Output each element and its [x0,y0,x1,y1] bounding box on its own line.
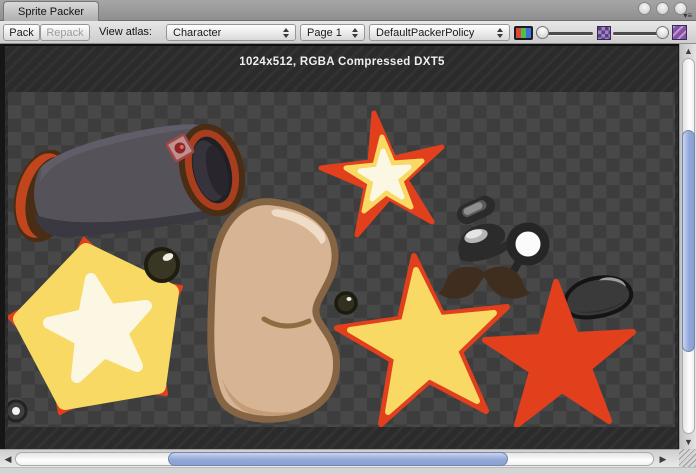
scroll-up-icon[interactable]: ▲ [680,45,696,57]
pane-menu-icon[interactable]: ▾≡ [683,11,692,20]
sprite-black-bean [561,271,635,322]
atlas-select[interactable]: Character [166,24,296,41]
window-bottom-edge [0,467,696,474]
horizontal-scrollbar[interactable]: ◀ ▶ [0,449,679,467]
page-select[interactable]: Page 1 [300,24,365,41]
policy-select-value: DefaultPackerPolicy [376,27,474,39]
tab-title: Sprite Packer [18,6,84,18]
atlas-info-text: 1024x512, RGBA Compressed DXT5 [5,56,679,68]
sprite-packer-window: Sprite Packer ▾≡ Pack Repack View atlas:… [0,0,696,474]
tab-bar: Sprite Packer ▾≡ [0,0,696,21]
sprite-bean-character [211,202,337,420]
sprite-button-bead [8,401,26,421]
policy-select[interactable]: DefaultPackerPolicy [369,24,510,41]
horizontal-scroll-thumb[interactable] [168,452,508,466]
pack-button[interactable]: Pack [3,24,40,41]
window-button-icon[interactable] [656,2,669,15]
sprite-star-burst [321,113,442,235]
window-button-icon[interactable] [638,2,651,15]
sprite-hat-eye [459,224,515,262]
atlas-texture [8,92,675,427]
sprite-olive [146,249,178,281]
scroll-left-icon[interactable]: ◀ [2,453,14,465]
scroll-down-icon[interactable]: ▼ [680,436,696,448]
mip-checker-icon [597,26,611,40]
sprite-eyebrow [454,192,499,227]
alpha-slider-handle[interactable] [536,26,549,39]
sprite-cannon [8,117,254,249]
resize-grip[interactable] [679,449,696,467]
page-select-value: Page 1 [307,27,342,39]
alpha-slider[interactable] [536,26,593,40]
toolbar: Pack Repack View atlas: Character Page 1… [0,21,696,44]
atlas-viewport[interactable]: 1024x512, RGBA Compressed DXT5 [0,44,679,449]
monocle-lens [511,227,545,261]
tab-sprite-packer[interactable]: Sprite Packer [3,1,99,21]
repack-button[interactable]: Repack [40,24,90,41]
vertical-scroll-thumb[interactable] [682,130,695,352]
vertical-scrollbar[interactable]: ▲ ▼ [679,44,696,449]
mip-slider-handle[interactable] [656,26,669,39]
dropdown-arrows-icon [352,28,358,38]
color-channels-icon[interactable] [514,26,533,40]
mip-slider[interactable] [613,26,669,40]
view-atlas-label: View atlas: [99,21,152,44]
dropdown-arrows-icon [497,28,503,38]
atlas-select-value: Character [173,27,221,39]
atlas-sprites [8,92,675,427]
window-buttons [638,2,687,15]
mip-stripes-icon [672,25,687,40]
dropdown-arrows-icon [283,28,289,38]
scroll-right-icon[interactable]: ▶ [657,453,669,465]
sprite-small-bead [336,293,356,313]
sprite-yellow-star [337,256,507,424]
